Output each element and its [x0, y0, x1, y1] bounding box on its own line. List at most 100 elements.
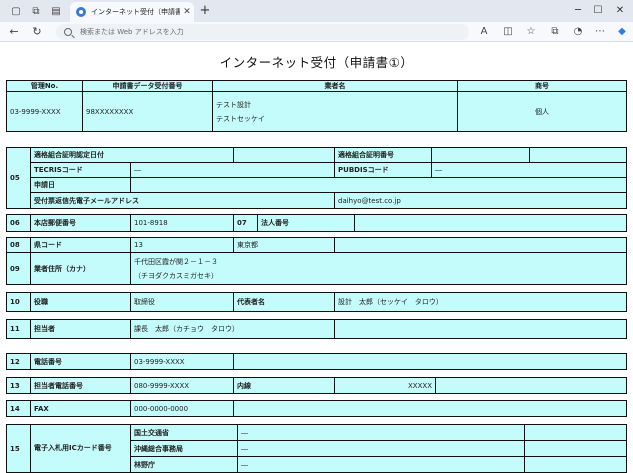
tantosha-label: 担当者	[30, 319, 131, 339]
ic-card-extra-2	[524, 440, 627, 457]
hojin-number-value	[354, 214, 627, 232]
gyosha-address-kana: （チヨダクカスミガセキ）	[134, 271, 218, 280]
maximize-icon[interactable]: ☐	[588, 3, 608, 19]
section-06-number: 06	[6, 214, 31, 232]
hojin-number-label: 法人番号	[257, 214, 355, 232]
naisen-value: XXXXX	[334, 377, 436, 394]
pubdis-label: PUBDISコード	[334, 162, 432, 178]
fax-value: 000-0000-0000	[130, 400, 234, 417]
fax-extra	[233, 400, 627, 417]
section-12-table: 12 電話番号 03-9999-XXXX	[6, 353, 627, 370]
yakushoku-value: 取締役	[130, 292, 234, 312]
tantosha-value: 課長 太郎（カチョウ タロウ）	[130, 319, 335, 339]
ic-card-org-2: 沖縄総合事務局	[130, 440, 238, 457]
prefecture-value: 東京都	[233, 237, 335, 253]
profile-icon[interactable]: ▢	[8, 3, 24, 19]
gyosha-name-kana: テストセッケイ	[216, 114, 265, 123]
tecris-value: ―	[130, 162, 335, 178]
section-06-table: 06 本店郵便番号 101-8918 07 法人番号	[6, 214, 627, 232]
yakushoku-label: 役職	[30, 292, 131, 312]
gyosha-address-label: 業者住所（カナ）	[30, 252, 131, 285]
section-10-number: 10	[6, 292, 31, 312]
copilot-icon[interactable]: ◆	[614, 24, 630, 40]
gyosha-address-value: 千代田区霞が関２－１－３	[134, 257, 218, 266]
gyosha-name-cell: テスト設計 テストセッケイ	[212, 91, 458, 132]
uketsuke-no-value: 98XXXXXXXX	[82, 91, 213, 132]
site-favicon-icon	[76, 7, 86, 17]
header-gyosha-name: 業者名	[212, 80, 458, 92]
back-icon[interactable]: ←	[6, 24, 22, 40]
ken-code-value: 13	[130, 237, 234, 253]
settings-menu-icon[interactable]: ⋯	[592, 24, 608, 40]
page-content: インターネット受付（申請書①） 管理No. 申請書データ受付番号 業者名 商号 …	[0, 42, 633, 473]
naisen-extra	[435, 377, 627, 394]
read-aloud-icon[interactable]: A	[476, 24, 492, 40]
refresh-icon[interactable]: ↻	[29, 24, 45, 40]
ic-card-extra-1	[524, 424, 627, 441]
kumiai-date-value	[233, 147, 335, 163]
tab-actions-icon[interactable]: ▤	[48, 3, 64, 19]
kumiai-date-label: 適格組合証明認定日付	[30, 147, 234, 163]
header-shogo: 商号	[457, 80, 627, 92]
header-kanri-no: 管理No.	[6, 80, 83, 92]
collections-icon[interactable]: ⧉	[547, 24, 563, 40]
page-title: インターネット受付（申請書①）	[219, 55, 414, 70]
split-screen-icon[interactable]: ◫	[500, 24, 516, 40]
kumiai-number-value	[431, 147, 530, 163]
fax-label: FAX	[30, 400, 131, 417]
kanri-no-value: 03-9999-XXXX	[6, 91, 83, 132]
ic-card-org-1: 国土交通省	[130, 424, 238, 441]
phone-value: 03-9999-XXXX	[130, 353, 234, 370]
section-11-table: 11 担当者 課長 太郎（カチョウ タロウ）	[6, 319, 627, 339]
shinsei-date-value	[130, 177, 627, 193]
section-08-table: 08 県コード 13 東京都 09 業者住所（カナ） 千代田区霞が関２－１－３ …	[6, 237, 627, 285]
gyosha-name-value: テスト設計	[216, 100, 251, 109]
tecris-label: TECRISコード	[30, 162, 131, 178]
section-12-number: 12	[6, 353, 31, 370]
pubdis-value: ―	[431, 162, 627, 178]
new-tab-icon[interactable]: +	[197, 3, 213, 19]
ic-card-label: 電子入札用ICカード番号	[30, 424, 131, 473]
section-10-table: 10 役職 取締役 代表者名 設計 太郎（セッケイ タロウ）	[6, 292, 627, 312]
ken-code-label: 県コード	[30, 237, 131, 253]
address-bar[interactable]	[56, 24, 469, 40]
ken-code-extra	[334, 237, 627, 253]
minimize-icon[interactable]: ─	[568, 3, 588, 19]
header-uketsuke-no: 申請書データ受付番号	[82, 80, 213, 92]
daihyosha-value: 設計 太郎（セッケイ タロウ）	[334, 292, 627, 312]
close-window-icon[interactable]: ✕	[610, 3, 630, 19]
section-11-number: 11	[6, 319, 31, 339]
ic-card-value-1: ―	[237, 424, 525, 441]
tantosha-phone-label: 担当者電話番号	[30, 377, 131, 394]
section-07-number: 07	[233, 214, 258, 232]
tantosha-phone-value: 080-9999-XXXX	[130, 377, 234, 394]
tab-close-icon[interactable]: ✕	[180, 7, 194, 17]
address-input[interactable]	[80, 28, 420, 36]
browser-tab-bar: ▢ ⧉ ▤ インターネット受付（申請書①） ✕ + ─ ☐ ✕	[0, 0, 633, 22]
extensions-icon[interactable]: ◔	[570, 24, 586, 40]
section-13-table: 13 担当者電話番号 080-9999-XXXX 内線 XXXXX	[6, 377, 627, 394]
daihyosha-label: 代表者名	[233, 292, 335, 312]
browser-tab-active[interactable]: インターネット受付（申請書①） ✕	[70, 2, 194, 22]
reply-email-value: daihyo@test.co.jp	[334, 192, 627, 209]
section-08-number: 08	[6, 237, 31, 253]
kumiai-number-label: 適格組合証明番号	[334, 147, 432, 163]
section-15-table: 15 電子入札用ICカード番号 国土交通省 ― 沖縄総合事務局 ― 林野庁 ―	[6, 424, 627, 473]
workspaces-icon[interactable]: ⧉	[28, 3, 44, 19]
section-15-number: 15	[6, 424, 31, 473]
favorites-icon[interactable]: ☆	[523, 24, 539, 40]
phone-label: 電話番号	[30, 353, 131, 370]
section-14-number: 14	[6, 400, 31, 417]
ic-card-org-3: 林野庁	[130, 456, 238, 473]
section-05-number: 05	[6, 147, 31, 209]
address-toolbar: ← ↻ A ◫ ☆ ⧉ ◔ ⋯ ◆	[0, 22, 633, 42]
tantosha-extra	[334, 319, 627, 339]
honten-zip-value: 101-8918	[130, 214, 234, 232]
tab-title: インターネット受付（申請書①）	[91, 8, 180, 16]
search-icon	[64, 28, 72, 36]
section-14-table: 14 FAX 000-0000-0000	[6, 400, 627, 417]
kumiai-number-extra	[529, 147, 627, 163]
ic-card-extra-3	[524, 456, 627, 473]
section-13-number: 13	[6, 377, 31, 394]
naisen-label: 内線	[233, 377, 335, 394]
